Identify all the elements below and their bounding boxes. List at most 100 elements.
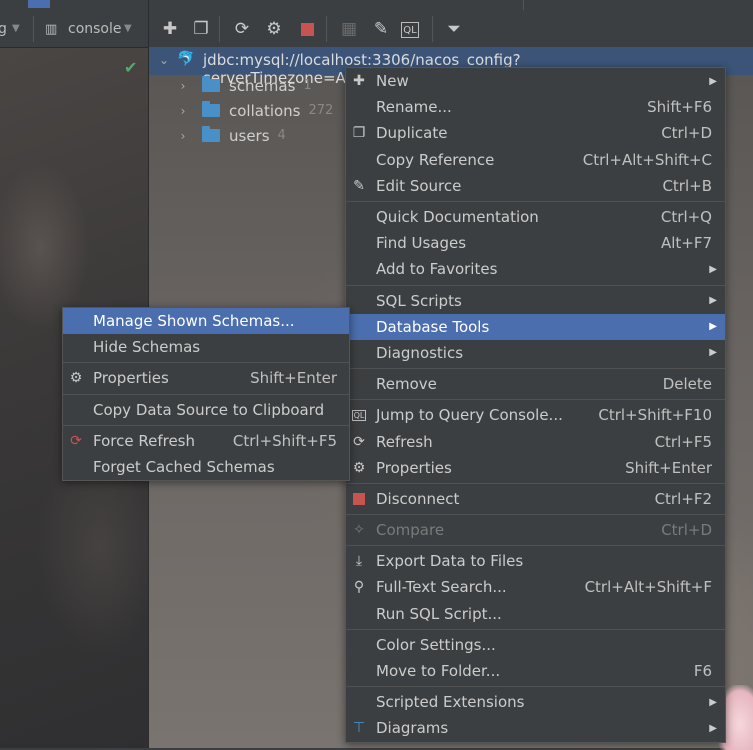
menu-item-label: Move to Folder...	[376, 662, 501, 681]
menu-item-label: Add to Favorites	[376, 260, 498, 279]
menu-item-database-tools[interactable]: Database Tools ▶	[346, 313, 725, 340]
menu-item-properties[interactable]: ⚙ Properties Shift+Enter	[346, 455, 725, 481]
menu-separator	[63, 393, 349, 395]
table-icon[interactable]: ▦	[337, 17, 361, 41]
menu-item-label: SQL Scripts	[376, 291, 462, 310]
menu-item-export-data-to-files[interactable]: ⤓ Export Data to Files	[346, 548, 725, 574]
menu-item-label: Properties	[376, 458, 452, 477]
menu-item-label: Run SQL Script...	[376, 604, 502, 623]
filter-icon[interactable]: ⏷	[442, 17, 466, 41]
ql-console-icon[interactable]: QL	[401, 22, 419, 38]
chevron-right-icon[interactable]: ›	[176, 129, 190, 143]
menu-item-label: New	[376, 72, 409, 91]
menu-separator	[346, 482, 725, 484]
tree-item-collations[interactable]: › collations 272	[149, 98, 333, 123]
submenu-item-hide-schemas[interactable]: Hide Schemas	[63, 334, 349, 360]
menu-item-add-to-favorites[interactable]: Add to Favorites ▶	[346, 256, 725, 282]
submenu-item-forget-cached-schemas[interactable]: Forget Cached Schemas	[63, 454, 349, 480]
console-selector[interactable]: console	[68, 21, 122, 37]
menu-item-shortcut: Shift+Enter	[250, 369, 337, 388]
menu-separator	[346, 284, 725, 286]
menu-item-duplicate[interactable]: ❐ Duplicate Ctrl+D	[346, 120, 725, 146]
menu-item-label: Copy Data Source to Clipboard	[93, 400, 325, 419]
tree-item-count: 272	[308, 103, 334, 118]
menu-item-rename[interactable]: Rename... Shift+F6	[346, 94, 725, 120]
menu-item-label: Copy Reference	[376, 150, 495, 169]
tree-item-count: 4	[277, 128, 286, 143]
tree-item-label: users	[229, 126, 270, 145]
chevron-right-icon[interactable]: ›	[176, 79, 190, 93]
menu-item-find-usages[interactable]: Find Usages Alt+F7	[346, 230, 725, 256]
menu-item-refresh[interactable]: ⟳ Refresh Ctrl+F5	[346, 428, 725, 454]
submenu-item-properties[interactable]: ⚙ Properties Shift+Enter	[63, 365, 349, 391]
check-icon: ✔	[124, 58, 138, 77]
toolbar-separator	[432, 16, 433, 42]
stop-icon[interactable]	[295, 17, 319, 41]
submenu-item-copy-data-source[interactable]: Copy Data Source to Clipboard	[63, 397, 349, 423]
menu-item-new[interactable]: ✚ New ▶	[346, 68, 725, 94]
menu-item-copy-reference[interactable]: Copy Reference Ctrl+Alt+Shift+C	[346, 147, 725, 173]
menu-separator	[346, 399, 725, 401]
menu-item-remove[interactable]: Remove Delete	[346, 371, 725, 397]
menu-item-label: Hide Schemas	[93, 338, 201, 357]
toolbar-separator	[326, 16, 327, 42]
refresh-icon: ⟳	[353, 433, 365, 450]
menu-separator	[63, 424, 349, 426]
menu-item-label: Edit Source	[376, 176, 462, 195]
pencil-icon[interactable]: ✎	[369, 17, 393, 41]
menu-item-label: Export Data to Files	[376, 552, 524, 571]
export-icon: ⤓	[355, 553, 363, 570]
chevron-right-icon[interactable]: ›	[176, 104, 190, 118]
menu-item-label: Manage Shown Schemas...	[93, 312, 295, 331]
menu-item-shortcut: Alt+F7	[660, 234, 712, 253]
menu-item-move-to-folder[interactable]: Move to Folder... F6	[346, 658, 725, 684]
submenu-item-force-refresh[interactable]: ⟳ Force Refresh Ctrl+Shift+F5	[63, 428, 349, 454]
tree-item-label: schemas	[229, 76, 296, 95]
menu-separator	[346, 686, 725, 688]
menu-item-run-sql-script[interactable]: Run SQL Script...	[346, 601, 725, 627]
duplicate-icon[interactable]: ❐	[189, 17, 213, 41]
menu-item-quick-documentation[interactable]: Quick Documentation Ctrl+Q	[346, 204, 725, 230]
menu-separator	[346, 368, 725, 370]
menu-item-sql-scripts[interactable]: SQL Scripts ▶	[346, 288, 725, 314]
menu-item-label: Compare	[376, 521, 445, 540]
menu-separator	[346, 545, 725, 547]
menu-item-scripted-extensions[interactable]: Scripted Extensions ▶	[346, 689, 725, 715]
tree-item-schemas[interactable]: › schemas 1	[149, 73, 312, 98]
properties-icon: ⚙	[352, 459, 366, 476]
submenu-arrow-icon: ▶	[709, 75, 717, 87]
menu-item-edit-source[interactable]: ✎ Edit Source Ctrl+B	[346, 173, 725, 199]
menu-separator	[63, 362, 349, 364]
menu-item-shortcut: Ctrl+Shift+F5	[232, 431, 337, 450]
menu-item-disconnect[interactable]: Disconnect Ctrl+F2	[346, 486, 725, 512]
menu-item-diagrams[interactable]: ⊤ Diagrams ▶	[346, 715, 725, 741]
submenu-item-manage-shown-schemas[interactable]: Manage Shown Schemas...	[63, 308, 349, 335]
tree-item-users[interactable]: › users 4	[149, 123, 286, 148]
chevron-down-icon[interactable]: ⌄	[157, 53, 171, 67]
diagram-icon: ⊤	[352, 720, 366, 737]
menu-item-diagnostics[interactable]: Diagnostics ▶	[346, 340, 725, 366]
menu-item-shortcut: Ctrl+Shift+F10	[598, 406, 712, 425]
folder-icon	[202, 126, 220, 142]
menu-item-shortcut: Ctrl+Q	[660, 208, 712, 227]
menu-item-label: Refresh	[376, 432, 433, 451]
folder-icon	[202, 101, 220, 117]
duplicate-icon: ❐	[352, 125, 366, 142]
menu-item-full-text-search[interactable]: ⚲ Full-Text Search... Ctrl+Alt+Shift+F	[346, 574, 725, 600]
plus-icon: ✚	[353, 73, 365, 90]
menu-item-compare[interactable]: ✧ Compare Ctrl+D	[346, 517, 725, 543]
add-icon[interactable]: ✚	[158, 17, 182, 41]
menu-item-shortcut: Shift+F6	[647, 98, 712, 117]
toolbar: g ▼ ▥ console ▼ ✚ ❐ ⟳ ⚙ ▦ ✎ QL ⏷	[0, 0, 753, 48]
menu-item-label: Remove	[376, 375, 437, 394]
chevron-down-icon[interactable]: ▼	[12, 23, 20, 34]
menu-item-shortcut: Shift+Enter	[625, 458, 712, 477]
menu-item-jump-to-query-console[interactable]: QL Jump to Query Console... Ctrl+Shift+F10	[346, 402, 725, 428]
properties-icon[interactable]: ⚙	[262, 17, 286, 41]
menu-item-color-settings[interactable]: Color Settings...	[346, 632, 725, 658]
menu-item-shortcut: Ctrl+D	[661, 521, 712, 540]
menu-item-label: Force Refresh	[93, 431, 195, 450]
chevron-down-icon[interactable]: ▼	[124, 23, 132, 34]
refresh-icon[interactable]: ⟳	[230, 17, 254, 41]
menu-item-label: Rename...	[376, 98, 452, 117]
